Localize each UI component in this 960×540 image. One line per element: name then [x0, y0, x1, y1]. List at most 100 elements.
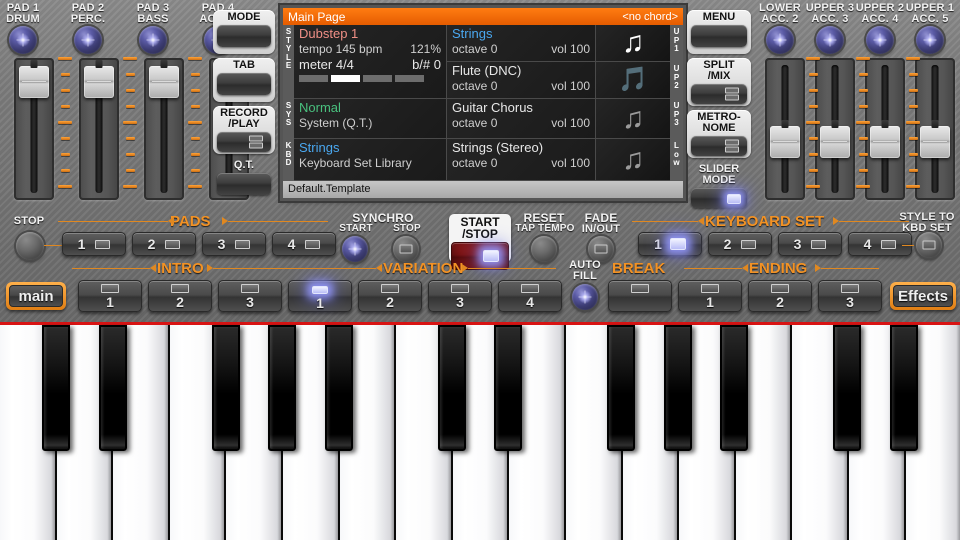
slider-track[interactable]: [815, 58, 855, 200]
pad-button-3[interactable]: 3: [202, 232, 266, 256]
left-button-switch[interactable]: [217, 25, 271, 47]
pad-button-1[interactable]: 1: [62, 232, 126, 256]
section-info[interactable]: NormalSystem (Q.T.): [294, 99, 447, 138]
slider-track[interactable]: [915, 58, 955, 200]
effects-button[interactable]: Effects: [890, 282, 956, 310]
slider-handle[interactable]: [770, 126, 800, 158]
keyboard-set-button-label: 3: [794, 236, 802, 252]
ending-button-2[interactable]: 2: [748, 280, 812, 312]
slider-handle[interactable]: [920, 126, 950, 158]
main-display[interactable]: Main Page <no chord> STYLE SYS KBD Dubst…: [283, 8, 683, 198]
part-info[interactable]: Strings (Stereo)octave 0vol 100: [447, 139, 596, 180]
part-knob-4[interactable]: [916, 26, 944, 54]
part-knob-3[interactable]: [866, 26, 894, 54]
right-button-2[interactable]: SPLIT/MIX: [687, 58, 751, 106]
right-button-switch[interactable]: [691, 188, 747, 208]
right-button-1[interactable]: MENU: [687, 10, 751, 54]
black-key[interactable]: [42, 325, 70, 451]
right-button-3[interactable]: METRO-NOME: [687, 110, 751, 158]
pad-knob-3[interactable]: [139, 26, 167, 54]
right-button-4[interactable]: SLIDERMODE: [687, 162, 751, 208]
variation-button-2[interactable]: 2: [358, 280, 422, 312]
variation-button-3[interactable]: 3: [428, 280, 492, 312]
black-key[interactable]: [833, 325, 861, 451]
left-button-switch[interactable]: [217, 173, 271, 195]
right-button-label2: MODE: [687, 175, 751, 186]
pad-knob-2[interactable]: [74, 26, 102, 54]
black-key[interactable]: [212, 325, 240, 451]
black-key[interactable]: [664, 325, 692, 451]
keyboard-set-button-3[interactable]: 3: [778, 232, 842, 256]
slider[interactable]: [865, 58, 905, 200]
ending-button-1[interactable]: 1: [678, 280, 742, 312]
left-button-3[interactable]: RECORD/PLAY: [213, 106, 275, 154]
keyboard-set-button-label: 2: [724, 236, 732, 252]
intro-button-3[interactable]: 3: [218, 280, 282, 312]
display-row-kbd[interactable]: StringsKeyboard Set LibraryStrings (Ster…: [294, 139, 670, 181]
auto-fill-knob[interactable]: [572, 284, 598, 310]
slider-track[interactable]: [865, 58, 905, 200]
break-button[interactable]: [608, 280, 672, 312]
part-info[interactable]: Guitar Chorusoctave 0vol 100: [447, 99, 596, 138]
keyboard-set-button-4[interactable]: 4: [848, 232, 912, 256]
black-key[interactable]: [890, 325, 918, 451]
slider[interactable]: [765, 58, 805, 200]
black-key[interactable]: [720, 325, 748, 451]
stop-knob[interactable]: [16, 232, 44, 260]
slider[interactable]: [14, 58, 54, 200]
slider-handle[interactable]: [870, 126, 900, 158]
black-key[interactable]: [438, 325, 466, 451]
part-knob-1[interactable]: [766, 26, 794, 54]
left-button-4[interactable]: Q.T.: [213, 158, 275, 202]
keyboard-set-button-2[interactable]: 2: [708, 232, 772, 256]
style-info[interactable]: Dubstep 1tempo 145 bpm121%meter 4/4b/# 0: [294, 25, 447, 98]
slider-handle[interactable]: [149, 66, 179, 98]
intro-button-2[interactable]: 2: [148, 280, 212, 312]
part-knob-2[interactable]: [816, 26, 844, 54]
slider[interactable]: [144, 58, 184, 200]
piano-keyboard[interactable]: [0, 322, 960, 540]
pad-knob-1[interactable]: [9, 26, 37, 54]
display-part-row[interactable]: Stringsoctave 0vol 100♫: [447, 25, 670, 62]
ending-button-3[interactable]: 3: [818, 280, 882, 312]
variation-button-4[interactable]: 4: [498, 280, 562, 312]
right-button-switch[interactable]: [691, 84, 747, 104]
style-to-kbd-knob[interactable]: [916, 232, 942, 258]
start-stop-button[interactable]: START/STOP: [449, 214, 511, 262]
slider-track[interactable]: [765, 58, 805, 200]
main-button[interactable]: main: [6, 282, 66, 310]
right-button-switch[interactable]: [691, 136, 747, 156]
pad-label-bottom: DRUM: [0, 14, 52, 25]
part-info[interactable]: Stringsoctave 0vol 100: [447, 25, 596, 61]
right-button-switch[interactable]: [691, 25, 747, 47]
pad-button-label: 1: [78, 236, 86, 252]
slider-track[interactable]: [79, 58, 119, 200]
black-key[interactable]: [607, 325, 635, 451]
slider-track[interactable]: [144, 58, 184, 200]
slider[interactable]: [815, 58, 855, 200]
section-info[interactable]: StringsKeyboard Set Library: [294, 139, 447, 180]
slider-handle[interactable]: [820, 126, 850, 158]
slider[interactable]: [79, 58, 119, 200]
display-row-style[interactable]: Dubstep 1tempo 145 bpm121%meter 4/4b/# 0…: [294, 25, 670, 99]
slider-handle[interactable]: [84, 66, 114, 98]
slider-handle[interactable]: [19, 66, 49, 98]
pad-button-4[interactable]: 4: [272, 232, 336, 256]
display-part-row[interactable]: Flute (DNC)octave 0vol 100🎵: [447, 62, 670, 98]
part-info[interactable]: Flute (DNC)octave 0vol 100: [447, 62, 596, 98]
left-button-1[interactable]: MODE: [213, 10, 275, 54]
keyboard-set-button-1[interactable]: 1: [638, 232, 702, 256]
slider-track[interactable]: [14, 58, 54, 200]
intro-button-1[interactable]: 1: [78, 280, 142, 312]
black-key[interactable]: [268, 325, 296, 451]
display-row-sys[interactable]: NormalSystem (Q.T.)Guitar Chorusoctave 0…: [294, 99, 670, 139]
left-button-switch[interactable]: [217, 73, 271, 95]
black-key[interactable]: [99, 325, 127, 451]
black-key[interactable]: [494, 325, 522, 451]
variation-button-1[interactable]: 1: [288, 280, 352, 312]
pad-button-2[interactable]: 2: [132, 232, 196, 256]
black-key[interactable]: [325, 325, 353, 451]
slider[interactable]: [915, 58, 955, 200]
left-button-switch[interactable]: [217, 132, 271, 152]
left-button-2[interactable]: TAB: [213, 58, 275, 102]
